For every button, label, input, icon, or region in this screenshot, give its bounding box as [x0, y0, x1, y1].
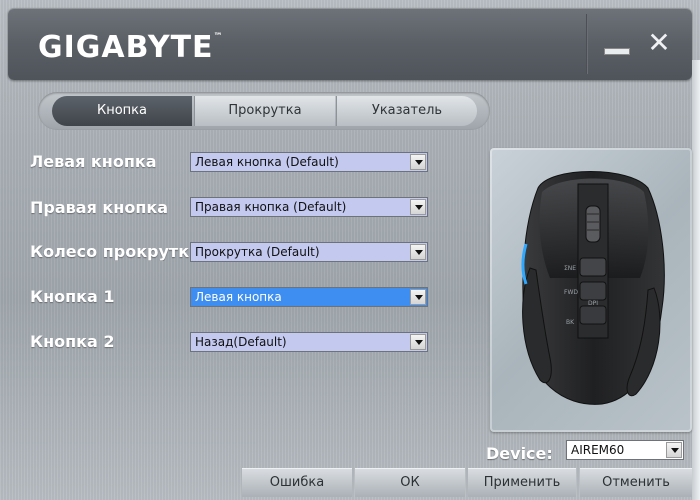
- scroll-wheel-value: Прокрутка (Default): [195, 245, 320, 259]
- left-button-value: Левая кнопка (Default): [195, 155, 339, 169]
- button1-value: Левая кнопка: [195, 290, 282, 304]
- right-button-select[interactable]: Правая кнопка (Default): [190, 197, 428, 217]
- ok-button[interactable]: ОК: [355, 468, 465, 497]
- mouse-preview-panel: ΣNE FWD BK DPI: [490, 148, 692, 432]
- scroll-wheel-label: Колесо прокрутки: [30, 242, 190, 261]
- mouse-label-dpi: DPI: [588, 300, 598, 307]
- button2-value: Назад(Default): [195, 335, 287, 349]
- mouse-label-sne: ΣNE: [564, 265, 576, 272]
- right-button-label: Правая кнопка: [30, 198, 169, 217]
- chevron-down-icon[interactable]: [410, 244, 426, 260]
- scroll-wheel-select[interactable]: Прокрутка (Default): [190, 242, 428, 262]
- minimize-icon[interactable]: [603, 30, 630, 56]
- trademark: ™: [213, 32, 224, 42]
- button2-select[interactable]: Назад(Default): [190, 332, 428, 352]
- header-divider: [586, 14, 588, 74]
- mouse-label-fwd: FWD: [564, 289, 578, 296]
- button2-label: Кнопка 2: [30, 332, 115, 351]
- mouse-image: ΣNE FWD BK DPI: [521, 171, 665, 405]
- chevron-down-icon[interactable]: [410, 334, 426, 350]
- mouse-label-bk: BK: [566, 319, 575, 326]
- gigabyte-logo: GIGABYTE™: [38, 30, 224, 65]
- button1-label: Кнопка 1: [30, 287, 115, 306]
- apply-button[interactable]: Применить: [468, 468, 576, 497]
- cancel-button[interactable]: Отменить: [580, 468, 692, 497]
- tab-bar: Кнопка Прокрутка Указатель: [38, 92, 490, 130]
- window-edge: [692, 60, 700, 500]
- left-button-select[interactable]: Левая кнопка (Default): [190, 152, 428, 172]
- device-label: Device:: [486, 444, 553, 463]
- chevron-down-icon[interactable]: [666, 442, 682, 458]
- tab-button[interactable]: Кнопка: [52, 96, 192, 126]
- right-button-value: Правая кнопка (Default): [195, 200, 347, 214]
- chevron-down-icon[interactable]: [410, 199, 426, 215]
- tab-scroll[interactable]: Прокрутка: [194, 96, 335, 126]
- device-select[interactable]: AIREM60: [566, 440, 684, 460]
- title-bar: GIGABYTE™ ✕: [8, 8, 692, 80]
- device-value: AIREM60: [571, 443, 625, 457]
- left-button-label: Левая кнопка: [30, 152, 157, 171]
- chevron-down-icon[interactable]: [410, 154, 426, 170]
- brand-text: GIGABYTE: [38, 30, 214, 65]
- chevron-down-icon[interactable]: [410, 289, 426, 305]
- tab-pointer[interactable]: Указатель: [336, 96, 477, 126]
- error-button[interactable]: Ошибка: [242, 468, 352, 497]
- close-icon[interactable]: ✕: [646, 29, 672, 57]
- button1-select[interactable]: Левая кнопка: [190, 287, 428, 307]
